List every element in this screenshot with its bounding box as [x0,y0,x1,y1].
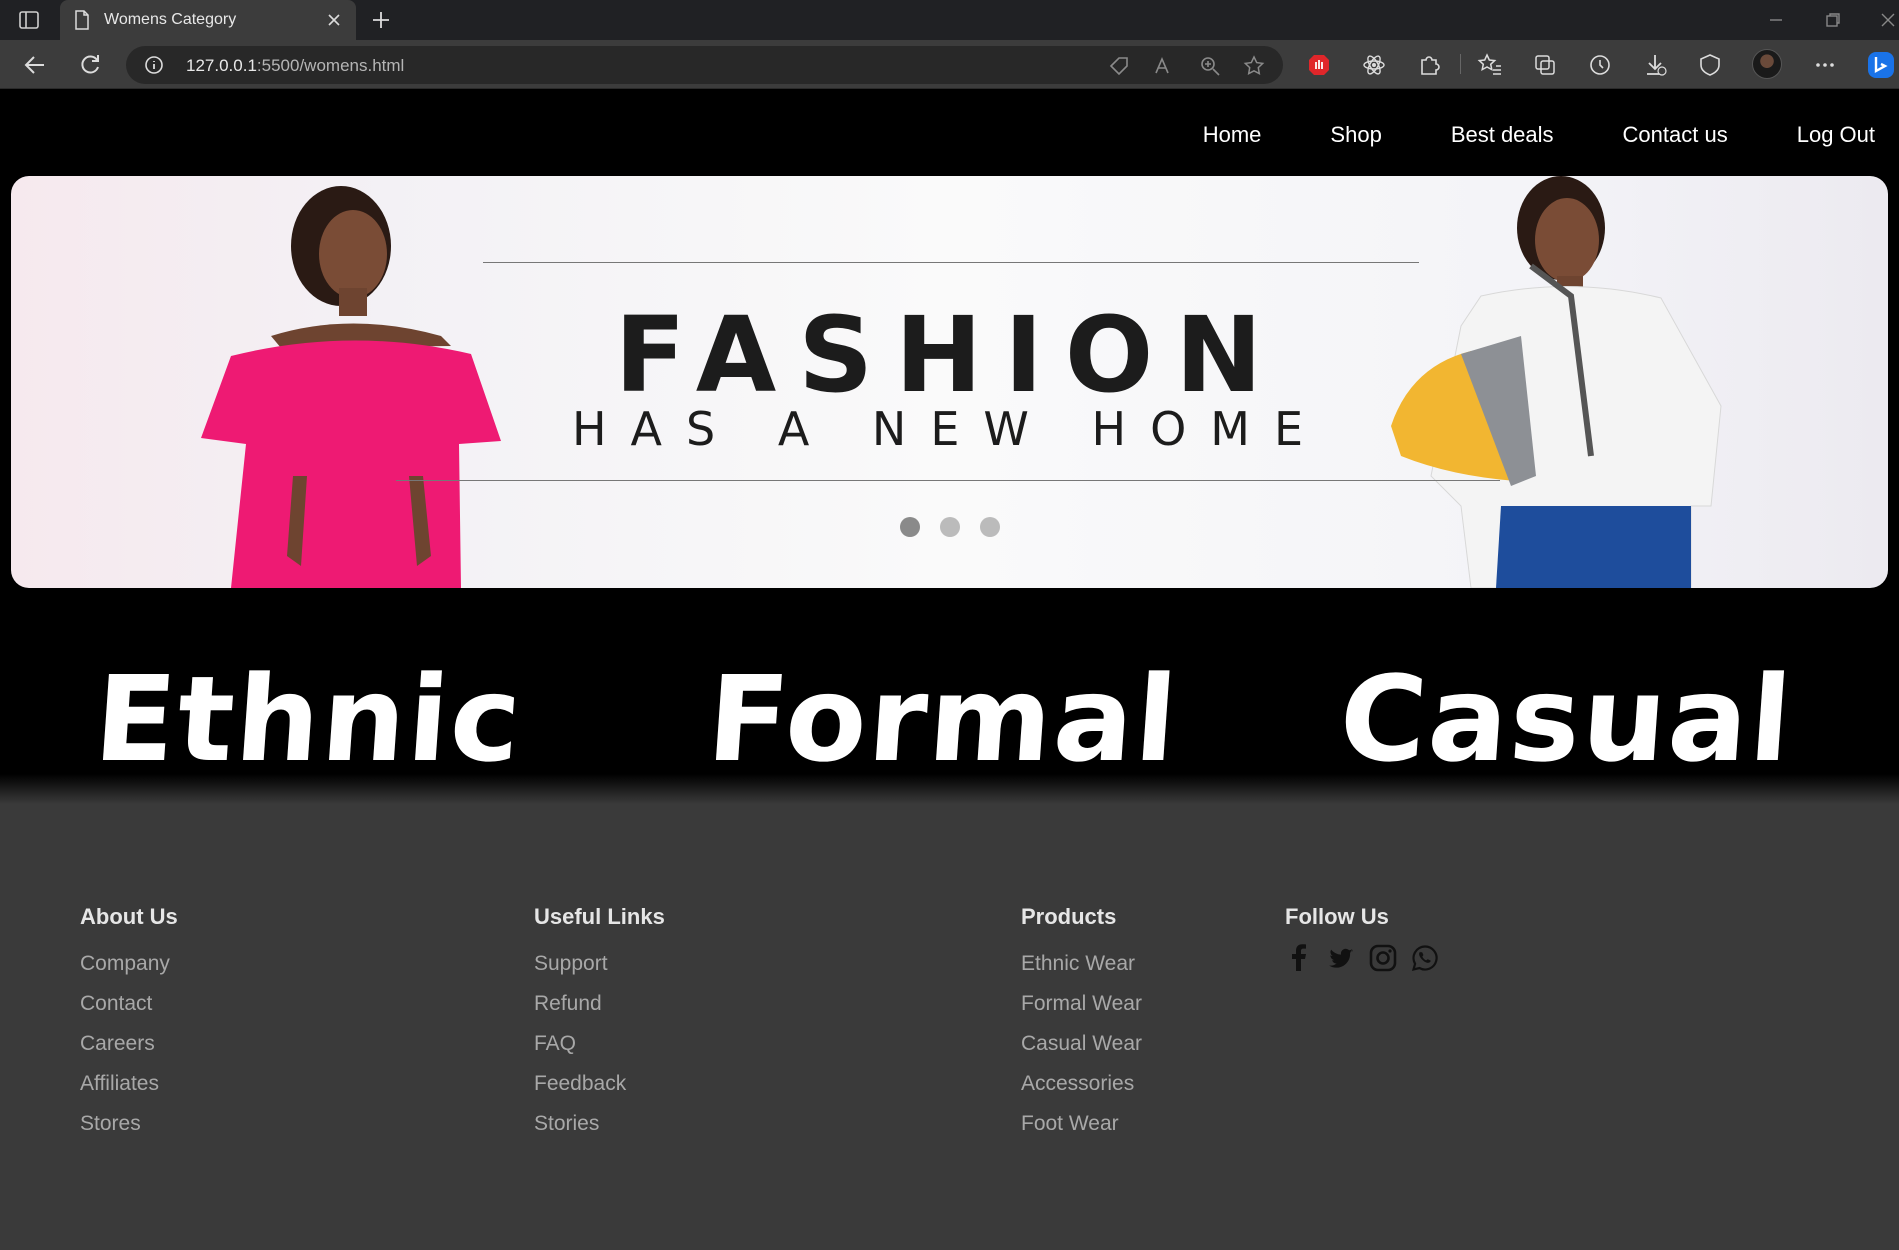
social-icons [1285,944,1439,972]
banner-headline: FASHION [614,294,1285,416]
collections-icon[interactable] [1532,52,1558,78]
history-icon[interactable] [1587,52,1613,78]
extensions-icon[interactable] [1416,52,1442,78]
url-path: :5500/womens.html [256,56,405,75]
zoom-icon[interactable] [1199,55,1221,77]
hero-carousel[interactable]: FASHION HAS A NEW HOME [11,176,1888,588]
favorites-icon[interactable] [1477,52,1503,78]
footer-link-contact[interactable]: Contact [80,984,178,1024]
read-aloud-icon[interactable] [1153,55,1175,77]
profile-avatar[interactable] [1752,49,1782,79]
downloads-icon[interactable] [1642,52,1668,78]
page-icon [75,10,89,30]
footer-link-casual-wear[interactable]: Casual Wear [1021,1024,1142,1064]
banner-rule-bottom [396,480,1500,481]
browser-toolbar: 127.0.0.1:5500/womens.html [0,40,1899,89]
whatsapp-icon[interactable] [1411,944,1439,972]
footer-link-company[interactable]: Company [80,944,178,984]
banner-rule-top [483,262,1419,263]
banner-subline: HAS A NEW HOME [571,402,1328,456]
category-casual[interactable]: Casual [1335,650,1797,788]
footer: About Us Company Contact Careers Affilia… [0,774,1899,1250]
footer-link-careers[interactable]: Careers [80,1024,178,1064]
more-options-icon[interactable] [1812,52,1838,78]
footer-col-useful: Useful Links Support Refund FAQ Feedback… [534,904,665,1144]
footer-link-foot-wear[interactable]: Foot Wear [1021,1104,1142,1144]
carousel-dot-1[interactable] [899,517,920,537]
page: Home Shop Best deals Contact us Log Out [0,90,1899,1250]
footer-heading-products: Products [1021,904,1117,929]
browser-tab[interactable]: Womens Category [60,0,356,40]
carousel-dot-2[interactable] [939,517,960,537]
carousel-indicators [11,517,1888,537]
minimize-icon[interactable] [1766,10,1786,30]
footer-col-about: About Us Company Contact Careers Affilia… [80,904,178,1144]
carousel-dot-3[interactable] [979,517,1000,537]
footer-link-ethnic-wear[interactable]: Ethnic Wear [1021,944,1142,984]
address-bar[interactable]: 127.0.0.1:5500/womens.html [126,46,1283,84]
nav-contact-us[interactable]: Contact us [1623,122,1728,148]
footer-heading-follow: Follow Us [1285,904,1389,929]
browser-tab-bar: Womens Category [0,0,1899,40]
footer-link-support[interactable]: Support [534,944,665,984]
restore-icon[interactable] [1823,10,1843,30]
footer-link-faq[interactable]: FAQ [534,1024,665,1064]
nav-home[interactable]: Home [1203,122,1262,148]
footer-col-follow: Follow Us [1285,904,1439,972]
url-host: 127.0.0.1 [186,56,257,75]
footer-link-accessories[interactable]: Accessories [1021,1064,1142,1104]
category-ethnic[interactable]: Ethnic [90,650,527,788]
browser-essentials-icon[interactable] [1697,52,1723,78]
footer-link-formal-wear[interactable]: Formal Wear [1021,984,1142,1024]
react-devtools-icon[interactable] [1361,52,1387,78]
footer-fade [0,774,1899,804]
footer-link-feedback[interactable]: Feedback [534,1064,665,1104]
adblock-icon[interactable] [1306,52,1332,78]
copilot-icon[interactable] [1866,50,1896,80]
close-window-icon[interactable] [1878,10,1898,30]
twitter-icon[interactable] [1327,944,1355,972]
url-text[interactable]: 127.0.0.1:5500/womens.html [186,56,404,76]
footer-col-products: Products Ethnic Wear Formal Wear Casual … [1021,904,1142,1144]
close-tab-icon[interactable] [326,12,342,28]
footer-link-stores[interactable]: Stores [80,1104,178,1144]
footer-heading-useful: Useful Links [534,904,665,929]
toolbar-divider [1460,54,1461,74]
tab-title: Womens Category [104,11,237,28]
footer-link-refund[interactable]: Refund [534,984,665,1024]
tab-actions-icon[interactable] [18,9,42,31]
footer-link-affiliates[interactable]: Affiliates [80,1064,178,1104]
category-formal[interactable]: Formal [703,650,1183,788]
footer-link-stories[interactable]: Stories [534,1104,665,1144]
nav-shop[interactable]: Shop [1330,122,1381,148]
footer-heading-about: About Us [80,904,178,929]
main-nav: Home Shop Best deals Contact us Log Out [1134,90,1899,180]
instagram-icon[interactable] [1369,944,1397,972]
refresh-icon[interactable] [77,52,103,78]
facebook-icon[interactable] [1285,944,1313,972]
nav-log-out[interactable]: Log Out [1797,122,1875,148]
add-favorite-icon[interactable] [1243,55,1265,77]
price-tag-icon[interactable] [1108,55,1130,77]
nav-best-deals[interactable]: Best deals [1451,122,1554,148]
new-tab-icon[interactable] [370,9,392,31]
site-info-icon[interactable] [144,55,164,75]
back-icon[interactable] [22,52,48,78]
